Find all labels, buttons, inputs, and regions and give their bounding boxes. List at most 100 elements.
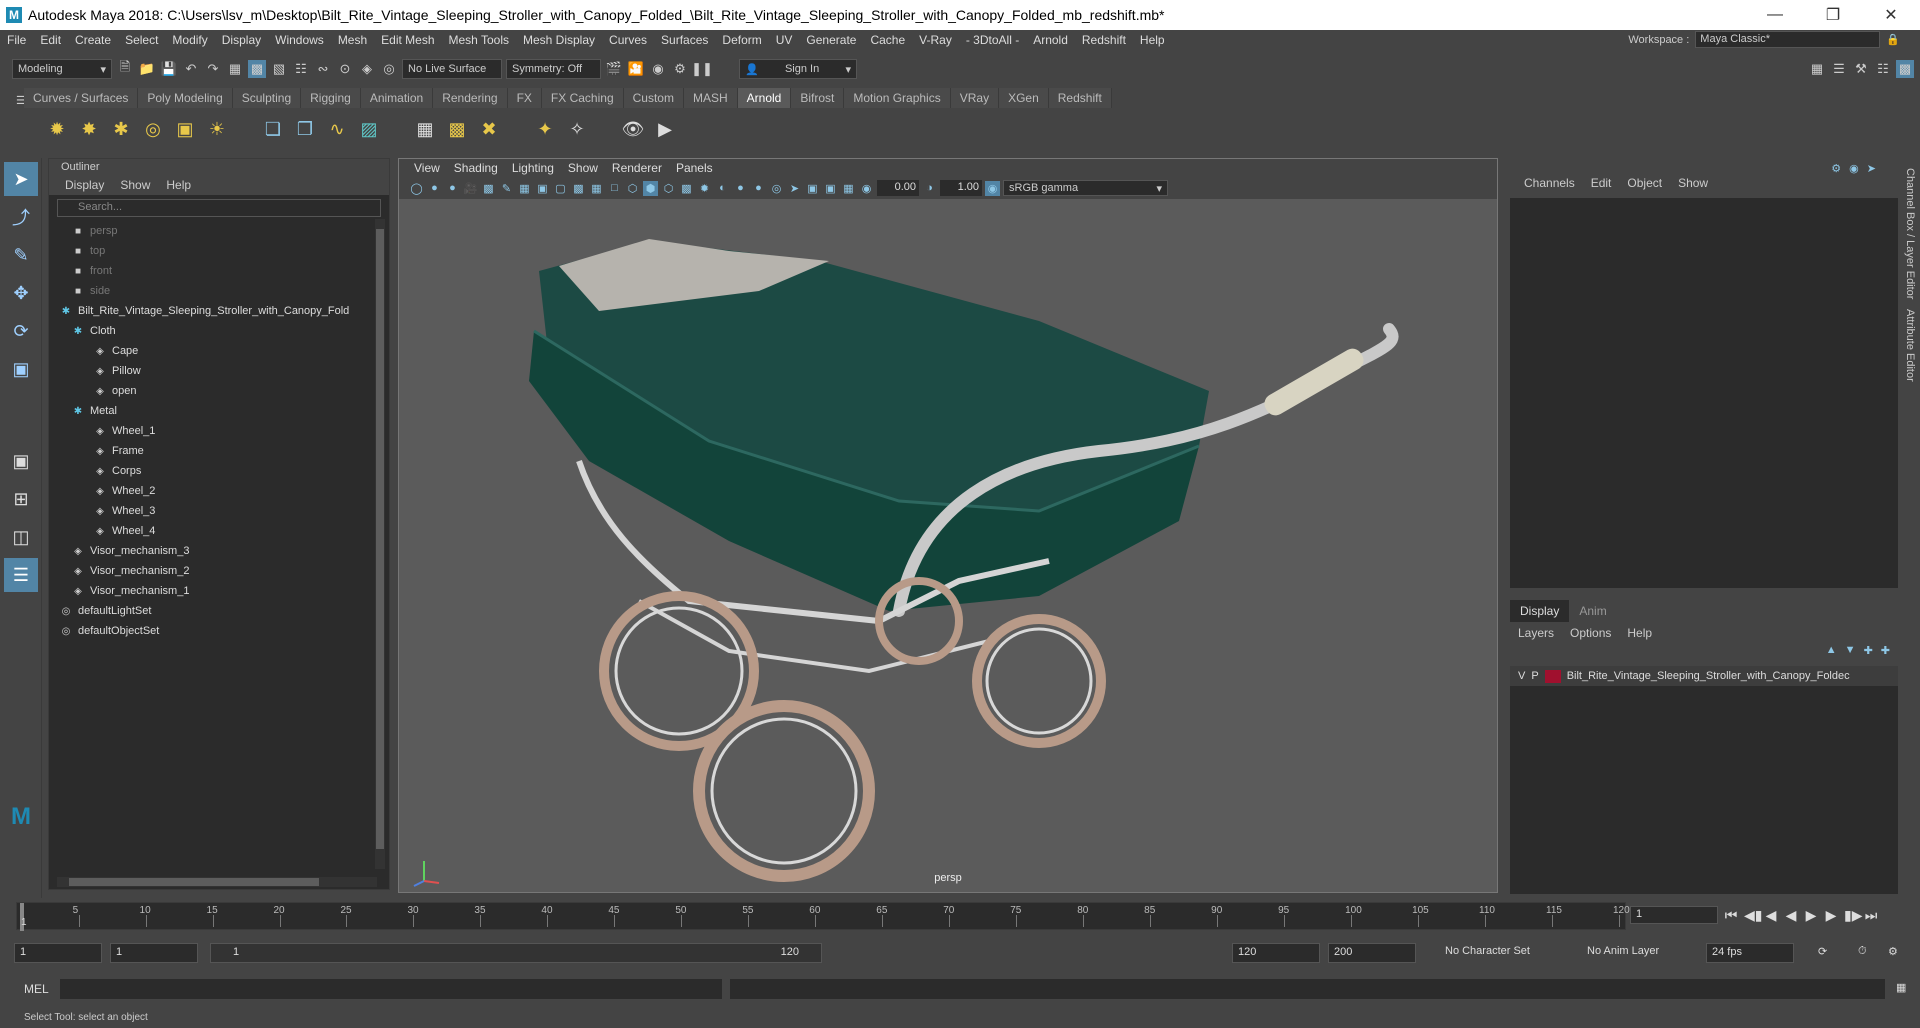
- channel-menu-show[interactable]: Show: [1670, 176, 1716, 190]
- outliner-item[interactable]: ◈ Cape: [59, 341, 389, 361]
- symmetry-dropdown[interactable]: Symmetry: Off: [506, 59, 601, 79]
- motion-blur-icon[interactable]: ●: [751, 181, 766, 196]
- exposure-icon[interactable]: ◉: [859, 181, 874, 196]
- physical-sky-icon[interactable]: ☀: [204, 116, 230, 142]
- mode-dropdown[interactable]: Modeling ▾: [12, 59, 112, 79]
- move-layer-up-icon[interactable]: ▲: [1826, 644, 1837, 657]
- two-view-layout-icon[interactable]: ◫: [4, 520, 38, 554]
- tool-settings-icon[interactable]: ⚒: [1852, 60, 1870, 78]
- channel-key-icon[interactable]: ◉: [1849, 162, 1859, 175]
- new-layer-icon[interactable]: ✚: [1864, 644, 1873, 657]
- shadows-icon[interactable]: ◐: [715, 181, 730, 196]
- outliner-item[interactable]: ■ persp: [59, 221, 389, 241]
- flush-cache-icon[interactable]: ✦: [532, 116, 558, 142]
- outliner-item[interactable]: ◈ Visor_mechanism_2: [59, 561, 389, 581]
- menu-v-ray[interactable]: V-Ray: [912, 33, 959, 47]
- layer-row[interactable]: V P Bilt_Rite_Vintage_Sleeping_Stroller_…: [1510, 666, 1898, 686]
- outliner-item[interactable]: ◈ Frame: [59, 441, 389, 461]
- menu-file[interactable]: File: [0, 33, 33, 47]
- shelf-tab-vray[interactable]: VRay: [950, 88, 1000, 108]
- isolate-select-icon[interactable]: ➤: [787, 181, 802, 196]
- channel-menu-edit[interactable]: Edit: [1583, 176, 1620, 190]
- snap-grid-icon[interactable]: ☷: [292, 60, 310, 78]
- menu-curves[interactable]: Curves: [602, 33, 654, 47]
- xray-joints-icon[interactable]: ▣: [823, 181, 838, 196]
- outliner-item[interactable]: ◈ open: [59, 381, 389, 401]
- shelf-tab-poly-modeling[interactable]: Poly Modeling: [138, 88, 233, 108]
- outliner-item[interactable]: ■ top: [59, 241, 389, 261]
- viewport-menu-show[interactable]: Show: [561, 161, 605, 175]
- shelf-tab-bifrost[interactable]: Bifrost: [791, 88, 845, 108]
- snap-curve-icon[interactable]: ∾: [314, 60, 332, 78]
- outliner-item[interactable]: ◈ Visor_mechanism_3: [59, 541, 389, 561]
- go-to-end-icon[interactable]: ⏭: [1864, 907, 1878, 924]
- channel-options-icon[interactable]: ⚙: [1831, 162, 1841, 175]
- mesh-light-icon[interactable]: ✸: [76, 116, 102, 142]
- step-forward-key-icon[interactable]: ▮▶: [1844, 907, 1862, 924]
- scene-end-field[interactable]: 200: [1328, 943, 1416, 963]
- render-view-icon[interactable]: ✧: [564, 116, 590, 142]
- film-gate-icon[interactable]: ▣: [535, 181, 550, 196]
- wireframe-icon[interactable]: ⬡: [625, 181, 640, 196]
- layer-menu-help[interactable]: Help: [1619, 626, 1660, 640]
- skydome-light-icon[interactable]: ◎: [140, 116, 166, 142]
- gamma-icon[interactable]: ◑: [922, 181, 937, 196]
- loop-icon[interactable]: ⟳: [1818, 945, 1827, 958]
- snap-point-icon[interactable]: ⊙: [336, 60, 354, 78]
- color-space-dropdown[interactable]: sRGB gamma ▾: [1003, 180, 1168, 196]
- shelf-tab-rendering[interactable]: Rendering: [433, 88, 508, 108]
- scene-start-field[interactable]: 1: [14, 943, 102, 963]
- pause-icon[interactable]: ❚❚: [691, 60, 713, 78]
- render-settings-icon[interactable]: ⚙: [671, 60, 689, 78]
- script-editor-icon[interactable]: ▦: [1896, 981, 1906, 994]
- menu-redshift[interactable]: Redshift: [1075, 33, 1133, 47]
- outliner-hscrollbar[interactable]: [57, 877, 377, 887]
- menu-edit[interactable]: Edit: [33, 33, 68, 47]
- preferences-icon[interactable]: ⚙: [1888, 945, 1898, 958]
- anim-layer-dropdown[interactable]: No Anim Layer: [1582, 943, 1682, 963]
- shelf-tab-motion-graphics[interactable]: Motion Graphics: [844, 88, 951, 108]
- gamma-field[interactable]: 1.00: [940, 180, 982, 196]
- outliner-item[interactable]: ◈ Pillow: [59, 361, 389, 381]
- restore-button[interactable]: ❐: [1804, 0, 1862, 30]
- workspace-dropdown[interactable]: Maya Classic*: [1695, 31, 1881, 48]
- channel-box-icon[interactable]: ☷: [1874, 60, 1892, 78]
- photometric-light-icon[interactable]: ✱: [108, 116, 134, 142]
- shelf-tab-custom[interactable]: Custom: [623, 88, 684, 108]
- ambient-occlusion-icon[interactable]: ●: [733, 181, 748, 196]
- outliner-item[interactable]: ■ front: [59, 261, 389, 281]
- new-layer-selected-icon[interactable]: ✚: [1881, 644, 1890, 657]
- layer-tab-display[interactable]: Display: [1510, 600, 1570, 622]
- step-forward-frame-icon[interactable]: ▶: [1824, 907, 1838, 924]
- move-layer-down-icon[interactable]: ▼: [1845, 644, 1856, 657]
- render-eye-icon[interactable]: 👁: [620, 116, 646, 142]
- shelf-tab-animation[interactable]: Animation: [360, 88, 434, 108]
- outliner-item[interactable]: ◎ defaultObjectSet: [59, 621, 389, 641]
- outliner-item[interactable]: ✱ Bilt_Rite_Vintage_Sleeping_Stroller_wit…: [59, 301, 389, 321]
- menu-uv[interactable]: UV: [769, 33, 800, 47]
- textured-icon[interactable]: ▩: [679, 181, 694, 196]
- play-forward-icon[interactable]: ▶: [1804, 907, 1818, 924]
- layer-color-swatch[interactable]: [1544, 669, 1561, 683]
- menu-modify[interactable]: Modify: [165, 33, 214, 47]
- layer-visibility-toggle[interactable]: V: [1518, 670, 1525, 682]
- auto-key-icon[interactable]: ⏱: [1858, 945, 1867, 958]
- range-bar[interactable]: 1 120: [210, 943, 822, 963]
- grease-pencil-icon[interactable]: ✎: [499, 181, 514, 196]
- redo-icon[interactable]: ↷: [204, 60, 222, 78]
- menu-mesh[interactable]: Mesh: [331, 33, 374, 47]
- viewport-menu-lighting[interactable]: Lighting: [505, 161, 561, 175]
- exposure-field[interactable]: 0.00: [877, 180, 919, 196]
- shelf-tab-curves-surfaces[interactable]: Curves / Surfaces: [24, 88, 139, 108]
- channel-menu-object[interactable]: Object: [1619, 176, 1670, 190]
- modeling-toolkit-icon[interactable]: ▦: [1808, 60, 1826, 78]
- render-frame-icon[interactable]: 🎬: [605, 60, 623, 78]
- go-to-start-icon[interactable]: ⏮: [1724, 907, 1738, 924]
- shelf-tab-fx-caching[interactable]: FX Caching: [541, 88, 624, 108]
- select-component-icon[interactable]: ▧: [270, 60, 288, 78]
- curve-collector-icon[interactable]: ∿: [324, 116, 350, 142]
- attribute-editor-icon[interactable]: ☰: [1830, 60, 1848, 78]
- move-tool-icon[interactable]: ✥: [4, 276, 38, 310]
- mel-input[interactable]: [60, 979, 722, 999]
- viewport-menu-renderer[interactable]: Renderer: [605, 161, 669, 175]
